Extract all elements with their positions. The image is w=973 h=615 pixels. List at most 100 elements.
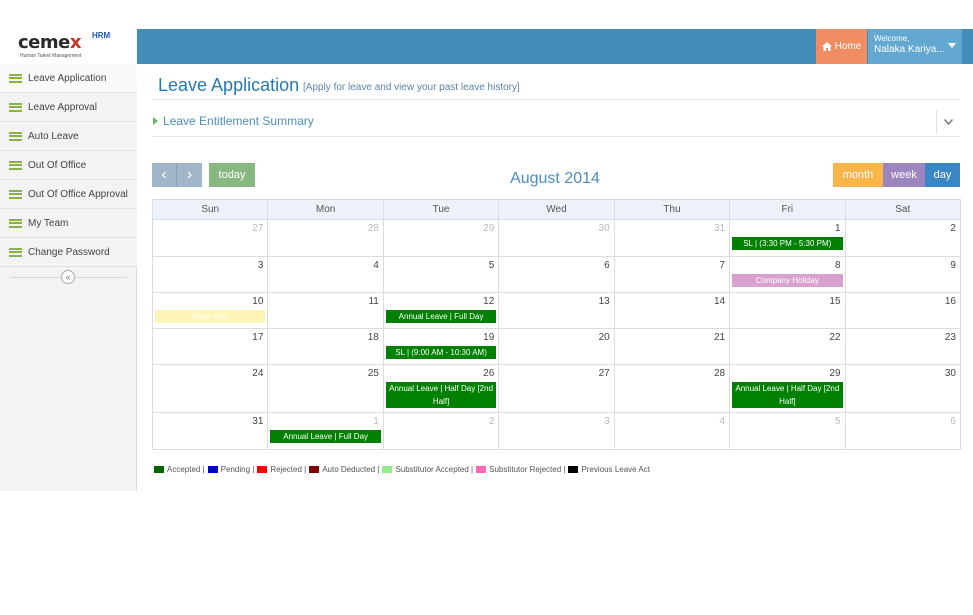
calendar-week: 24 25 26 Annual Leave | Half Day [2nd Ha…	[152, 365, 961, 413]
day-cell[interactable]: 31	[614, 220, 731, 257]
leave-entitlement-accordion[interactable]: Leave Entitlement Summary	[152, 107, 960, 137]
day-cell[interactable]: 31	[153, 413, 269, 450]
calendar-week: 17 18 19 SL | (9:00 AM - 10:30 AM) 20 21…	[152, 329, 961, 365]
day-cell[interactable]: 18	[268, 329, 384, 365]
sidebar-item-out-of-office[interactable]: Out Of Office	[0, 151, 137, 180]
caret-right-icon	[153, 117, 158, 125]
day-cell[interactable]: 28	[614, 365, 731, 413]
legend-swatch	[382, 466, 393, 473]
weekday-label: Mon	[268, 200, 384, 219]
sidebar-item-out-of-office-approval[interactable]: Out Of Office Approval	[0, 180, 137, 209]
day-cell[interactable]: 23	[845, 329, 961, 365]
chevron-right-icon: ›	[186, 166, 193, 183]
calendar-week: 27 28 29 30 31 1 SL | (3:30 PM - 5:30 PM…	[152, 220, 961, 257]
day-cell[interactable]: 6	[499, 257, 615, 293]
day-cell[interactable]: 9	[845, 257, 961, 293]
day-cell[interactable]: 5	[730, 413, 846, 450]
day-cell[interactable]: 29 Annual Leave | Half Day [2nd Half]	[730, 365, 846, 413]
accordion-title: Leave Entitlement Summary	[163, 114, 314, 128]
calendar-event[interactable]: Annual Leave | Full Day	[385, 310, 497, 323]
list-icon	[9, 189, 22, 199]
day-cell[interactable]: 19 SL | (9:00 AM - 10:30 AM)	[383, 329, 500, 365]
sidebar-item-my-team[interactable]: My Team	[0, 209, 137, 238]
week-view-button[interactable]: week	[883, 163, 925, 187]
day-cell[interactable]: 21	[614, 329, 731, 365]
day-cell[interactable]: 2	[383, 413, 500, 450]
day-cell[interactable]: 28	[268, 220, 384, 257]
home-button[interactable]: Home	[816, 29, 867, 64]
home-icon	[821, 42, 832, 51]
day-view-button[interactable]: day	[925, 163, 960, 187]
sidebar-collapse-row: «	[0, 267, 137, 289]
day-cell[interactable]: 12 Annual Leave | Full Day	[383, 293, 500, 329]
day-cell[interactable]: 1 SL | (3:30 PM - 5:30 PM)	[730, 220, 846, 257]
day-cell[interactable]: 4	[268, 257, 384, 293]
logo-hrm: HRM	[92, 31, 111, 40]
day-cell[interactable]: 24	[153, 365, 269, 413]
calendar-week: 3 4 5 6 7 8 Company Holiday 9	[152, 257, 961, 293]
sidebar-item-label: Leave Approval	[28, 101, 97, 113]
weekday-label: Thu	[615, 200, 731, 219]
chevron-left-icon: ‹	[161, 166, 167, 183]
day-cell[interactable]: 6	[845, 413, 961, 450]
day-cell[interactable]: 3	[499, 413, 615, 450]
day-cell[interactable]: 7	[614, 257, 731, 293]
page-title: Leave Application	[158, 75, 300, 95]
day-cell[interactable]: 30	[499, 220, 615, 257]
calendar-event[interactable]: Annual Leave | Full Day	[270, 430, 381, 443]
home-label: Home	[834, 41, 862, 52]
chevron-down-icon[interactable]	[936, 110, 960, 134]
calendar-event[interactable]: SL | (9:00 AM - 10:30 AM)	[385, 346, 497, 359]
list-icon	[9, 247, 22, 257]
collapse-sidebar-icon[interactable]: «	[61, 270, 75, 284]
day-cell[interactable]: 13	[499, 293, 615, 329]
app: cemex HRM Human Talent Management Leave …	[0, 0, 973, 615]
day-cell[interactable]: 4	[614, 413, 731, 450]
weekday-label: Tue	[384, 200, 500, 219]
day-cell[interactable]: 11	[268, 293, 384, 329]
calendar-event[interactable]: Annual Leave | Half Day [2nd Half]	[385, 382, 497, 408]
sidebar-item-label: Leave Application	[28, 72, 107, 84]
calendar-event[interactable]: Annual Leave | Half Day [2nd Half]	[732, 382, 843, 408]
sidebar-item-leave-approval[interactable]: Leave Approval	[0, 93, 137, 122]
day-cell[interactable]: 22	[730, 329, 846, 365]
list-icon	[9, 131, 22, 141]
today-button[interactable]: today	[209, 163, 255, 187]
day-cell[interactable]: 15	[730, 293, 846, 329]
prev-month-button[interactable]: ‹	[152, 163, 177, 187]
sidebar-item-change-password[interactable]: Change Password	[0, 238, 137, 267]
user-menu[interactable]: Welcome, Nalaka Kariya...	[868, 29, 962, 64]
day-cell[interactable]: 2	[845, 220, 961, 257]
legend-swatch	[476, 466, 487, 473]
day-cell[interactable]: 3	[153, 257, 269, 293]
legend-item: Substitutor Rejected |	[476, 465, 565, 474]
day-cell[interactable]: 14	[614, 293, 731, 329]
calendar-event[interactable]: Poya Day	[155, 310, 266, 323]
day-cell[interactable]: 10 Poya Day	[153, 293, 269, 329]
day-cell[interactable]: 29	[383, 220, 500, 257]
weekday-label: Fri	[730, 200, 846, 219]
day-cell[interactable]: 1 Annual Leave | Full Day	[268, 413, 384, 450]
month-view-button[interactable]: month	[833, 163, 883, 187]
sidebar-item-leave-application[interactable]: Leave Application	[0, 64, 137, 93]
day-cell[interactable]: 25	[268, 365, 384, 413]
day-cell[interactable]: 8 Company Holiday	[730, 257, 846, 293]
day-cell[interactable]: 5	[383, 257, 500, 293]
weekday-label: Sat	[895, 204, 911, 215]
day-cell[interactable]: 26 Annual Leave | Half Day [2nd Half]	[383, 365, 500, 413]
calendar-event[interactable]: Company Holiday	[732, 274, 843, 287]
day-cell[interactable]: 30	[845, 365, 961, 413]
legend-item: Previous Leave Act	[568, 465, 650, 474]
status-legend: Accepted | Pending | Rejected | Auto Ded…	[154, 465, 653, 474]
day-cell[interactable]: 27	[499, 365, 615, 413]
logo-tagline: Human Talent Management	[20, 53, 82, 59]
day-cell[interactable]: 20	[499, 329, 615, 365]
day-cell[interactable]: 27	[153, 220, 269, 257]
logo[interactable]: cemex HRM Human Talent Management	[0, 29, 137, 64]
day-cell[interactable]: 17	[153, 329, 269, 365]
day-cell[interactable]: 16	[845, 293, 961, 329]
next-month-button[interactable]: ›	[177, 163, 202, 187]
sidebar-item-auto-leave[interactable]: Auto Leave	[0, 122, 137, 151]
calendar-event[interactable]: SL | (3:30 PM - 5:30 PM)	[732, 237, 843, 250]
calendar-week: 10 Poya Day 11 12 Annual Leave | Full Da…	[152, 293, 961, 329]
